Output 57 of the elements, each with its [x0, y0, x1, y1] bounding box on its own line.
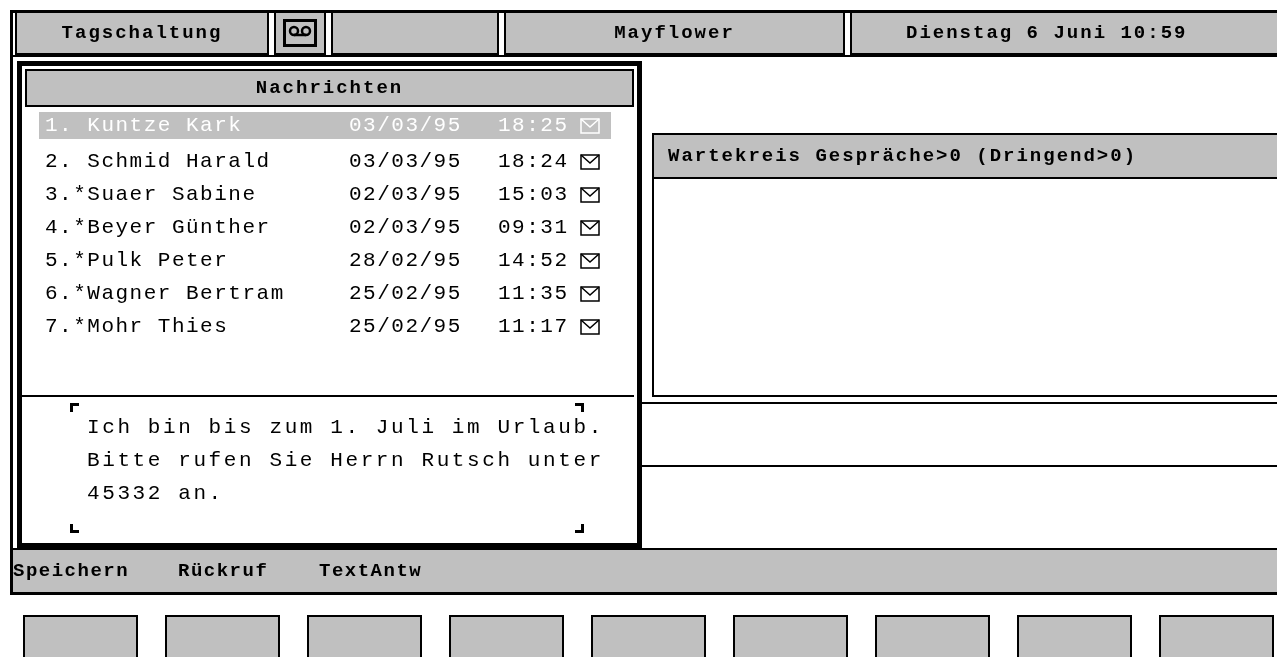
caller-name: 1. Kuntze Kark: [45, 114, 244, 137]
function-key[interactable]: [1017, 615, 1132, 657]
caller-name: 6.*Wagner Bertram: [45, 282, 286, 305]
corner-bracket-icon: [70, 524, 79, 533]
message-time: 09:31: [498, 216, 570, 239]
caller-name: 7.*Mohr Thies: [45, 315, 230, 338]
message-row[interactable]: 7.*Mohr Thies 25/02/95 11:17: [39, 310, 611, 343]
date-time: Dienstag 6 Juni 10:59: [850, 13, 1277, 55]
caller-name: 5.*Pulk Peter: [45, 249, 230, 272]
envelope-icon: [580, 153, 600, 170]
softkey-label[interactable]: Rückruf: [178, 560, 269, 582]
envelope-icon: [580, 117, 600, 134]
function-key[interactable]: [591, 615, 706, 657]
message-time: 11:17: [498, 315, 570, 338]
message-row[interactable]: 3.*Suaer Sabine 02/03/95 15:03: [39, 178, 611, 211]
caller-name: 3.*Suaer Sabine: [45, 183, 258, 206]
panel-title: Wartekreis Gespräche>0 (Dringend>0): [654, 135, 1277, 179]
envelope-icon: [580, 219, 600, 236]
function-key[interactable]: [23, 615, 138, 657]
message-time: 18:24: [498, 150, 570, 173]
envelope-icon: [580, 285, 600, 302]
message-date: 25/02/95: [349, 315, 463, 338]
caller-name: 4.*Beyer Günther: [45, 216, 272, 239]
function-key[interactable]: [165, 615, 280, 657]
message-row[interactable]: 5.*Pulk Peter 28/02/95 14:52: [39, 244, 611, 277]
corner-bracket-icon: [70, 403, 79, 412]
function-key[interactable]: [449, 615, 564, 657]
station-name: Mayflower: [504, 13, 845, 55]
softkey-label[interactable]: TextAntw: [319, 560, 423, 582]
voicemail-icon: [283, 19, 317, 47]
message-time: 14:52: [498, 249, 570, 272]
message-time: 11:35: [498, 282, 570, 305]
message-row[interactable]: 2. Schmid Harald 03/03/95 18:24: [39, 145, 611, 178]
message-time: 18:25: [498, 114, 570, 137]
message-time: 15:03: [498, 183, 570, 206]
message-date: 02/03/95: [349, 216, 463, 239]
function-key[interactable]: [1159, 615, 1274, 657]
corner-bracket-icon: [575, 524, 584, 533]
message-date: 03/03/95: [349, 114, 463, 137]
mode-indicator: Tagschaltung: [15, 13, 269, 55]
function-key[interactable]: [733, 615, 848, 657]
message-date: 25/02/95: [349, 282, 463, 305]
message-row[interactable]: 4.*Beyer Günther 02/03/95 09:31: [39, 211, 611, 244]
panel-title: Nachrichten: [25, 69, 634, 107]
message-date: 02/03/95: [349, 183, 463, 206]
softkey-label[interactable]: Speichern: [13, 560, 130, 582]
envelope-icon: [580, 318, 600, 335]
message-row[interactable]: 6.*Wagner Bertram 25/02/95 11:35: [39, 277, 611, 310]
envelope-icon: [580, 252, 600, 269]
envelope-icon: [580, 186, 600, 203]
caller-name: 2. Schmid Harald: [45, 150, 272, 173]
message-date: 03/03/95: [349, 150, 463, 173]
message-date: 28/02/95: [349, 249, 463, 272]
function-key[interactable]: [307, 615, 422, 657]
message-text: Ich bin bis zum 1. Juli im Urlaub. Bitte rufen Sie Herrn Rutsch unter 45332 an.: [87, 415, 604, 507]
corner-bracket-icon: [575, 403, 584, 412]
function-key[interactable]: [875, 615, 990, 657]
